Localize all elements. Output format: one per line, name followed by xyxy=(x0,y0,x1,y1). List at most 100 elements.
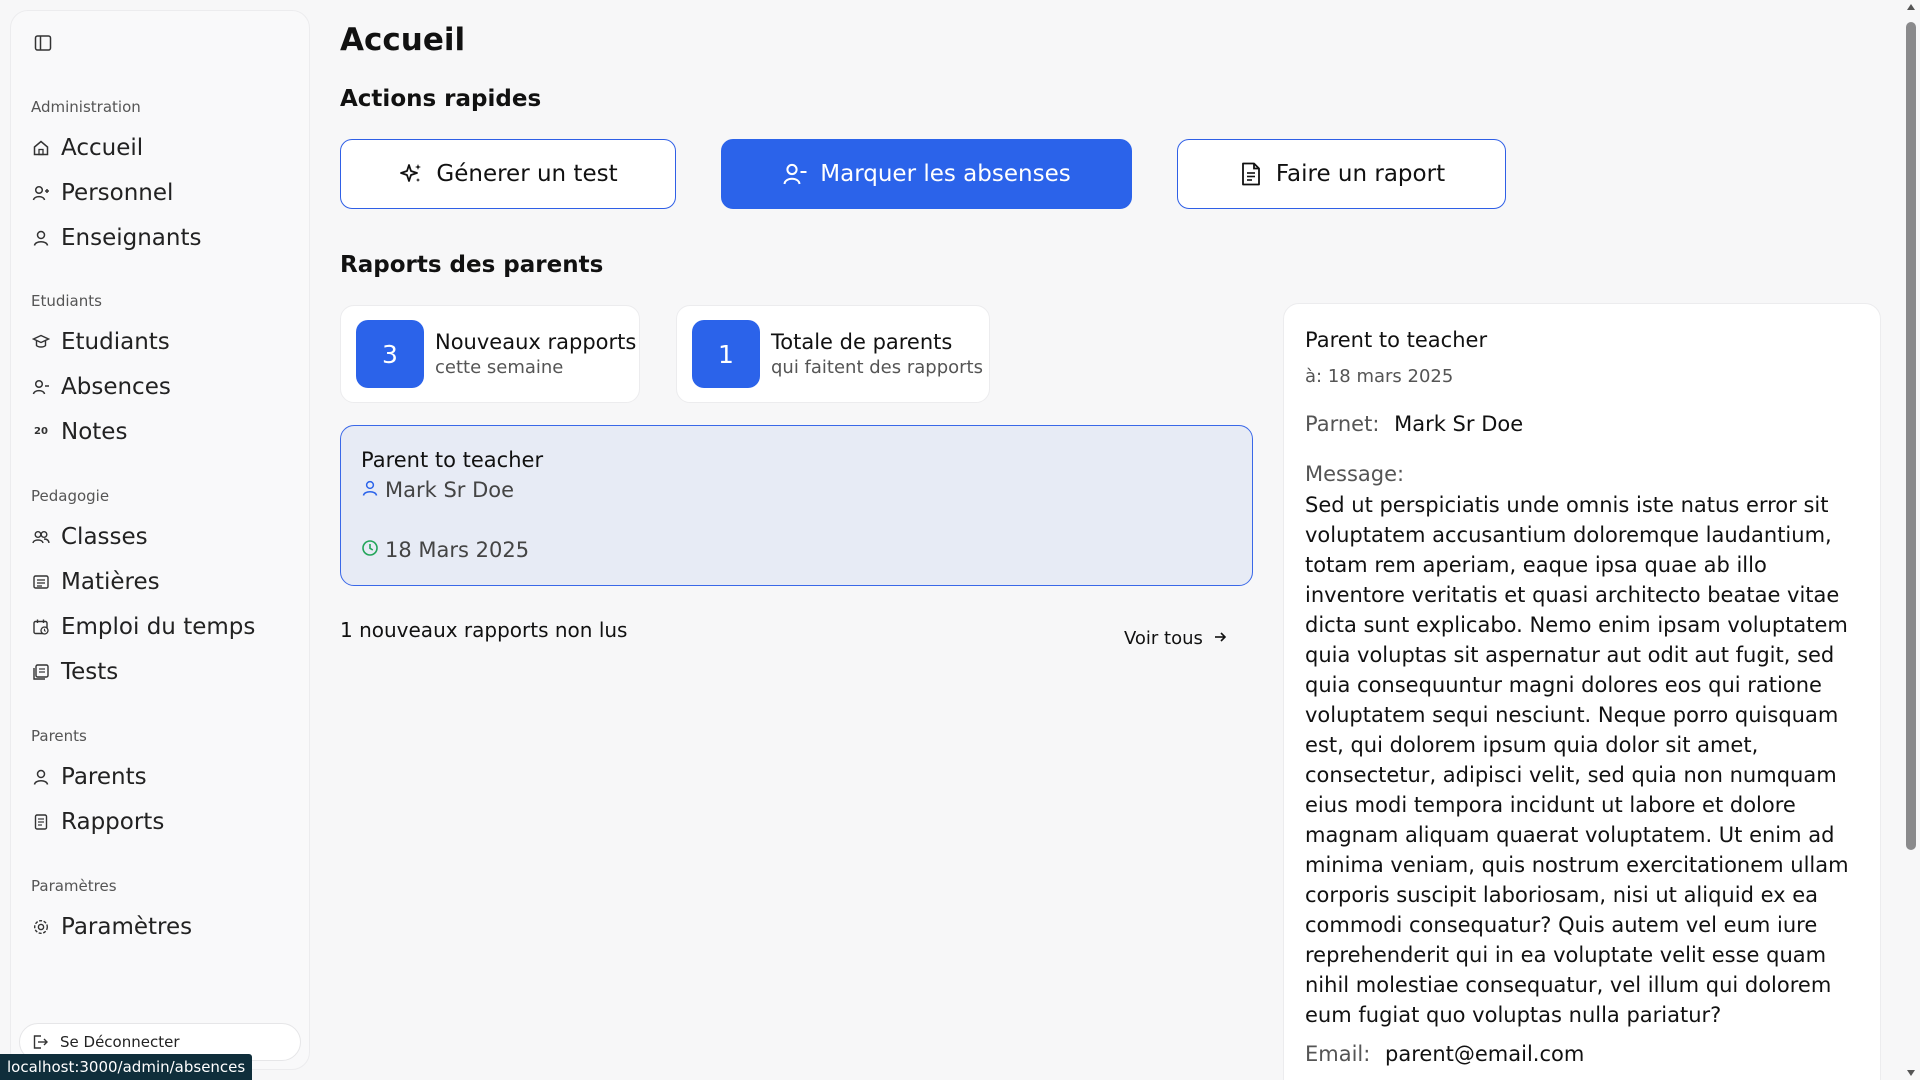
arrow-right-icon xyxy=(1213,628,1227,649)
home-icon xyxy=(31,138,51,158)
stat-sublabel: qui faitent des rapports xyxy=(771,357,983,378)
nav-group-title: Etudiants xyxy=(31,292,102,310)
stat-badge: 1 xyxy=(692,320,760,388)
report-parent-name: Mark Sr Doe xyxy=(385,478,515,502)
reports-title: Raports des parents xyxy=(340,252,604,278)
sidebar-item-rapports[interactable]: Rapports xyxy=(31,799,301,844)
report-title: Parent to teacher xyxy=(361,448,544,472)
status-url-tooltip: localhost:3000/admin/absences xyxy=(0,1054,253,1080)
sidebar-item-label: Paramètres xyxy=(61,913,193,940)
sidebar-item-parents[interactable]: Parents xyxy=(31,754,301,799)
user-icon xyxy=(361,478,379,502)
report-date: 18 Mars 2025 xyxy=(385,538,530,562)
sidebar-item-label: Personnel xyxy=(61,179,174,206)
report-list-item[interactable]: Parent to teacher Mark Sr Doe 18 Mars 20… xyxy=(340,425,1253,586)
sidebar-toggle-icon[interactable] xyxy=(31,31,55,55)
detail-date: à: 18 mars 2025 xyxy=(1305,366,1454,387)
mark-absences-button[interactable]: Marquer les absenses xyxy=(721,139,1132,209)
detail-email-row: Email: parent@email.com xyxy=(1305,1042,1584,1066)
book-icon xyxy=(31,662,51,682)
make-report-label: Faire un raport xyxy=(1275,161,1446,187)
sidebar-item-personnel[interactable]: Personnel xyxy=(31,170,301,215)
stat-label: Totale de parents xyxy=(771,330,953,354)
sidebar-item-label: Tests xyxy=(61,658,119,685)
user-icon xyxy=(31,228,51,248)
sidebar-item-label: Parents xyxy=(61,763,147,790)
sidebar-item-matieres[interactable]: Matières xyxy=(31,559,301,604)
sidebar-item-absences[interactable]: Absences xyxy=(31,364,301,409)
sidebar-item-label: Enseignants xyxy=(61,224,202,251)
sidebar-item-label: Emploi du temps xyxy=(61,613,256,640)
make-report-button[interactable]: Faire un raport xyxy=(1177,139,1506,209)
sidebar-item-notes[interactable]: 20 Notes xyxy=(31,409,301,454)
nav-group-pedagogie: Pedagogie Classes Matières Emploi du tem… xyxy=(31,484,301,694)
sidebar-item-label: Accueil xyxy=(61,134,144,161)
report-date-row: 18 Mars 2025 xyxy=(361,538,529,562)
stat-badge: 3 xyxy=(356,320,424,388)
logout-label: Se Déconnecter xyxy=(60,1033,180,1051)
logout-icon xyxy=(30,1032,50,1052)
generate-test-label: Génerer un test xyxy=(436,161,618,187)
scrollbar-thumb[interactable] xyxy=(1906,22,1916,850)
sidebar-item-label: Classes xyxy=(61,523,148,550)
unread-count-text: 1 nouveaux rapports non lus xyxy=(340,618,628,642)
see-all-link[interactable]: Voir tous xyxy=(1124,628,1227,649)
user-minus-icon xyxy=(31,377,51,397)
nav-group-title: Pedagogie xyxy=(31,487,110,505)
detail-parent-value: Mark Sr Doe xyxy=(1394,412,1524,436)
calendar-clock-icon xyxy=(31,617,51,637)
nav-group-parametres: Paramètres Paramètres xyxy=(31,874,301,949)
user-plus-icon xyxy=(31,183,51,203)
stat-label: Nouveaux rapports xyxy=(435,330,637,354)
detail-message: Sed ut perspiciatis unde omnis iste natu… xyxy=(1305,493,1849,1027)
sidebar: Administration Accueil Personnel Enseign… xyxy=(10,10,310,1070)
nav-group-etudiants: Etudiants Etudiants Absences 20 Notes xyxy=(31,289,301,454)
sidebar-item-etudiants[interactable]: Etudiants xyxy=(31,319,301,364)
nav-group-title: Parents xyxy=(31,727,87,745)
stat-card-total-parents: 1 Totale de parents qui faitent des rapp… xyxy=(676,305,990,403)
sidebar-item-parametres[interactable]: Paramètres xyxy=(31,904,301,949)
generate-test-button[interactable]: Génerer un test xyxy=(340,139,676,209)
sidebar-item-label: Matières xyxy=(61,568,160,595)
scroll-down-arrow-icon[interactable] xyxy=(1907,1070,1915,1076)
sidebar-item-emploi-du-temps[interactable]: Emploi du temps xyxy=(31,604,301,649)
stat-sublabel: cette semaine xyxy=(435,357,564,378)
nav-group-parents: Parents Parents Rapports xyxy=(31,724,301,844)
detail-title: Parent to teacher xyxy=(1305,328,1488,352)
sparkles-icon xyxy=(398,161,424,187)
user-minus-icon xyxy=(782,161,808,187)
detail-parent-label: Parnet: xyxy=(1305,412,1380,436)
detail-parent-row: Parnet: Mark Sr Doe xyxy=(1305,412,1523,436)
document-icon xyxy=(31,812,51,832)
sidebar-item-tests[interactable]: Tests xyxy=(31,649,301,694)
quick-actions-title: Actions rapides xyxy=(340,86,542,112)
page-title: Accueil xyxy=(340,22,466,58)
clock-icon xyxy=(361,538,379,562)
users-icon xyxy=(31,527,51,547)
page-scrollbar[interactable] xyxy=(1902,0,1920,1080)
nav-group-title: Paramètres xyxy=(31,877,117,895)
grade-20-icon: 20 xyxy=(34,426,48,437)
list-icon xyxy=(31,572,51,592)
stat-card-new-reports: 3 Nouveaux rapports cette semaine xyxy=(340,305,640,403)
sidebar-item-label: Etudiants xyxy=(61,328,170,355)
detail-email-label: Email: xyxy=(1305,1042,1371,1066)
sidebar-item-label: Rapports xyxy=(61,808,165,835)
report-parent-row: Mark Sr Doe xyxy=(361,478,514,502)
see-all-label: Voir tous xyxy=(1124,628,1203,649)
sidebar-item-label: Notes xyxy=(61,418,128,445)
report-detail-panel: Parent to teacher à: 18 mars 2025 Parnet… xyxy=(1283,303,1881,1080)
document-icon xyxy=(1238,161,1264,187)
detail-email-value: parent@email.com xyxy=(1385,1042,1585,1066)
sidebar-item-enseignants[interactable]: Enseignants xyxy=(31,215,301,260)
nav-group-title: Administration xyxy=(31,98,141,116)
sidebar-item-classes[interactable]: Classes xyxy=(31,514,301,559)
gear-icon xyxy=(31,917,51,937)
scroll-up-arrow-icon[interactable] xyxy=(1907,4,1915,10)
mark-absences-label: Marquer les absenses xyxy=(820,161,1071,187)
sidebar-item-accueil[interactable]: Accueil xyxy=(31,125,301,170)
sidebar-item-label: Absences xyxy=(61,373,171,400)
user-icon xyxy=(31,767,51,787)
detail-message-label: Message: xyxy=(1305,462,1405,486)
graduation-cap-icon xyxy=(31,332,51,352)
